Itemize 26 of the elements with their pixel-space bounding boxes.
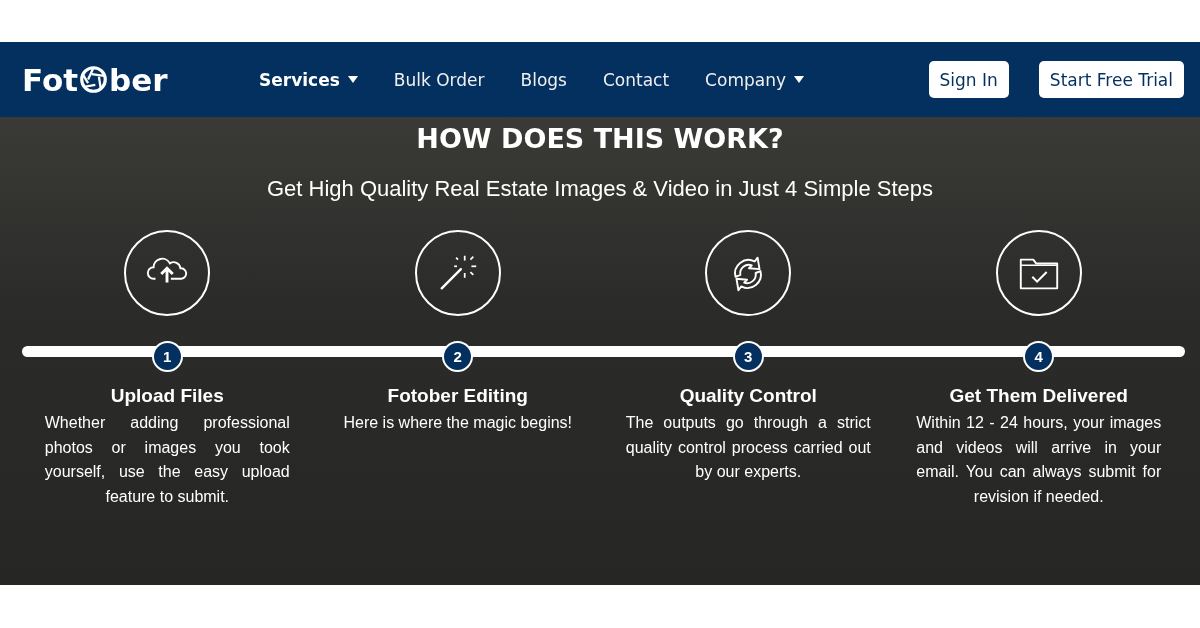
step-description: Within 12 - 24 hours, your images and videos will arrive in your email. You can always submit for revision if needed. (916, 413, 1162, 507)
step-number: 2 (442, 341, 474, 372)
nav-link[interactable]: Contact (602, 69, 670, 90)
aperture-icon[interactable] (79, 65, 109, 94)
step-number: 1 (151, 341, 183, 372)
step-title: Upload Files (110, 385, 224, 407)
header-button[interactable]: Start Free Trial (1038, 61, 1184, 98)
nav-link[interactable]: Bulk Order (393, 69, 485, 90)
section-heading: HOW DOES THIS WORK? (416, 123, 784, 154)
step-description: Here is where the magic begins! (342, 413, 574, 433)
step-description: Whether adding professional photos or images you took yourself, use the easy upload feature to submit. (44, 413, 290, 507)
caret-icon (794, 76, 804, 83)
step-number: 3 (732, 341, 764, 372)
section-subheading: Get High Quality Real Estate Images & Video in Just 4 Simple Steps (266, 176, 933, 202)
nav-link[interactable]: Blogs (520, 69, 567, 90)
caret-icon (347, 76, 358, 83)
step-title: Quality Control (679, 385, 817, 407)
header-button[interactable]: Sign In (928, 61, 1009, 98)
step-title: Fotober Editing (387, 385, 528, 407)
step-title: Get Them Delivered (949, 385, 1128, 407)
nav-link[interactable]: Company (705, 69, 804, 90)
logo-text[interactable]: Fot (22, 61, 79, 98)
step-number: 4 (1023, 341, 1055, 372)
step-description: The outputs go through a strict quality control process carried out by our experts. (625, 413, 871, 482)
nav-link[interactable]: Services (259, 69, 358, 90)
logo-text[interactable]: ber (109, 61, 168, 98)
